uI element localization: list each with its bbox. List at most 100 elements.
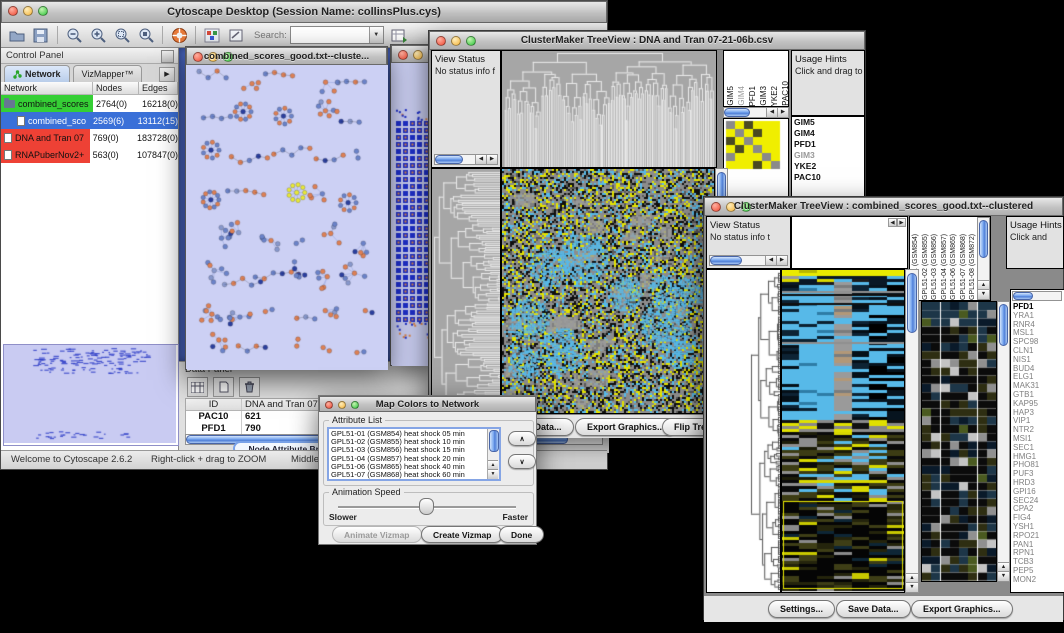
move-up-button[interactable]: ∧ xyxy=(508,431,536,446)
gene-label[interactable]: PFD1 xyxy=(792,139,864,150)
gene-list-panel[interactable]: PFD1YRA1RNR4MSL1SPC98CLN1NIS1BUD4ELG1MAK… xyxy=(1010,289,1064,593)
network-list-row[interactable]: combined_scores2764(0)16218(0) xyxy=(1,95,178,112)
done-button[interactable]: Done xyxy=(499,526,544,543)
scroll-right-icon[interactable]: ▶ xyxy=(486,155,497,164)
network-view-canvas[interactable] xyxy=(187,65,388,370)
scroll-right-icon[interactable]: ▶ xyxy=(776,256,787,265)
animate-vizmap-button[interactable]: Animate Vizmap xyxy=(332,526,422,543)
open-file-button[interactable] xyxy=(5,25,29,46)
gene-label[interactable]: PAC10 xyxy=(792,172,864,183)
zoom-heatmap-panel[interactable] xyxy=(921,301,997,582)
search-dropdown-icon[interactable]: ▼ xyxy=(369,27,383,43)
main-titlebar[interactable]: Cytoscape Desktop (Session Name: collins… xyxy=(1,1,607,23)
treeview-combined-title: ClusterMaker TreeView : combined_scores_… xyxy=(705,201,1062,212)
gene-label[interactable]: GIM3 xyxy=(792,150,864,161)
gene-label[interactable]: MON2 xyxy=(1013,576,1064,585)
column-labels-panel[interactable]: GIM5GIM4PFD1GIM3YKE2PAC10 xyxy=(723,50,789,107)
scrollbar-thumb[interactable] xyxy=(1013,292,1033,300)
row-dendrogram-panel[interactable] xyxy=(706,269,781,593)
column-network[interactable]: Network xyxy=(1,82,93,95)
scroll-down-icon[interactable]: ▼ xyxy=(488,469,498,479)
network-list-row[interactable]: RNAPuberNov2+563(0)107847(0) xyxy=(1,146,178,163)
scrollbar-thumb[interactable] xyxy=(435,155,463,164)
zoom-out-icon[interactable] xyxy=(62,25,86,46)
minimize-icon[interactable] xyxy=(413,50,423,60)
attribute-table-icon[interactable] xyxy=(187,377,208,397)
scroll-left-icon[interactable]: ◀ xyxy=(475,155,486,164)
titlebar[interactable]: Map Colors to Network xyxy=(319,396,536,412)
scroll-left-icon[interactable]: ◀ xyxy=(765,256,776,265)
scroll-down-icon[interactable]: ▼ xyxy=(906,582,918,592)
treeview-button[interactable]: Settings... xyxy=(768,600,835,618)
close-icon[interactable] xyxy=(398,50,408,60)
new-attribute-icon[interactable] xyxy=(213,377,234,397)
column-edges[interactable]: Edges xyxy=(139,82,178,95)
scrollbar-thumb[interactable] xyxy=(710,256,742,265)
status-welcome: Welcome to Cytoscape 2.6.2 xyxy=(11,454,132,465)
scroll-down-icon[interactable]: ▼ xyxy=(998,571,1009,581)
v-scrollbar[interactable]: ▲ ▼ xyxy=(905,269,919,593)
delete-attribute-icon[interactable] xyxy=(239,377,260,397)
doc-icon xyxy=(17,116,25,126)
listbox-scrollbar[interactable]: ▲ ▼ xyxy=(487,429,499,479)
scrollbar-thumb[interactable] xyxy=(489,430,499,452)
scroll-left-icon[interactable]: ◀ xyxy=(766,108,777,117)
h-scrollbar[interactable]: ◀ ▶ xyxy=(434,154,498,165)
float-panel-icon[interactable] xyxy=(161,50,174,63)
attribute-listbox[interactable]: GPL51-01 (GSM854) heat shock 05 minGPL51… xyxy=(327,427,501,481)
treeview-button[interactable]: Export Graphics... xyxy=(911,600,1013,618)
treeview-button[interactable]: Save Data... xyxy=(836,600,911,618)
network-view-window: combined_scores_good.txt--cluste... xyxy=(185,46,388,370)
id-column-header[interactable]: ID xyxy=(186,399,242,410)
birdseye-view[interactable] xyxy=(3,344,179,446)
doc-icon xyxy=(4,150,12,160)
column-label: GPL51-06 (GSM865) xyxy=(950,218,959,300)
zoom-selected-icon[interactable] xyxy=(110,25,134,46)
titlebar[interactable]: ClusterMaker TreeView : combined_scores_… xyxy=(704,197,1063,216)
gene-label[interactable]: GIM4 xyxy=(792,128,864,139)
scrollbar-thumb[interactable] xyxy=(724,108,750,117)
column-dendrogram-panel[interactable] xyxy=(501,50,717,168)
speed-slider-thumb[interactable] xyxy=(419,498,434,515)
search-input[interactable] xyxy=(291,28,369,42)
h-scrollbar[interactable]: ◀ ▶ xyxy=(723,107,789,118)
scrollbar-thumb[interactable] xyxy=(907,273,917,333)
scroll-right-icon[interactable]: ▶ xyxy=(897,218,906,227)
tab-network[interactable]: Network xyxy=(4,65,70,82)
import-table-icon[interactable] xyxy=(388,25,412,46)
scrollbar-thumb[interactable] xyxy=(999,304,1008,346)
gene-label[interactable]: YKE2 xyxy=(792,161,864,172)
vizmapper-icon[interactable] xyxy=(200,25,224,46)
titlebar[interactable]: combined_scores_good.txt--cluste... xyxy=(186,47,387,65)
tab-vizmapper[interactable]: VizMapper™ xyxy=(73,65,143,82)
zoom-heatmap-scrollbar[interactable]: ▲ ▼ xyxy=(997,301,1010,582)
scroll-left-icon[interactable]: ◀ xyxy=(888,218,897,227)
column-labels-scrollbar[interactable]: ▲ ▼ xyxy=(977,217,990,300)
zoom-in-icon[interactable] xyxy=(86,25,110,46)
scroll-right-icon[interactable]: ▶ xyxy=(777,108,788,117)
scroll-down-icon[interactable]: ▼ xyxy=(978,289,989,299)
scrollbar-thumb[interactable] xyxy=(979,220,988,258)
tab-vizmapper-label: VizMapper™ xyxy=(82,69,134,79)
gene-label[interactable]: GIM5 xyxy=(792,117,864,128)
row-dendrogram-panel[interactable] xyxy=(431,168,501,414)
heatmap-panel[interactable] xyxy=(781,269,905,593)
tab-overflow-icon[interactable]: ▶ xyxy=(159,67,175,82)
column-nodes[interactable]: Nodes xyxy=(93,82,139,95)
move-down-button[interactable]: ∨ xyxy=(508,454,536,469)
desktop: Cytoscape Desktop (Session Name: collins… xyxy=(0,0,1064,633)
heatmap-panel[interactable] xyxy=(501,168,715,414)
annotation-icon[interactable] xyxy=(224,25,248,46)
attribute-item[interactable]: GPL51-07 (GSM868) heat shock 60 min xyxy=(331,471,487,479)
h-scrollbar[interactable] xyxy=(1012,291,1062,301)
titlebar[interactable]: ClusterMaker TreeView : DNA and Tran 07-… xyxy=(429,31,865,50)
h-scrollbar[interactable]: ◀ ▶ xyxy=(709,255,788,266)
help-icon[interactable] xyxy=(167,25,191,46)
network-list-row[interactable]: combined_sco2569(6)13112(15) xyxy=(1,112,178,129)
create-vizmap-button[interactable]: Create Vizmap xyxy=(421,526,503,543)
network-list-row[interactable]: DNA and Tran 07769(0)183728(0) xyxy=(1,129,178,146)
control-panel: Control Panel Network VizMapper™ ▶ Netwo… xyxy=(1,48,179,453)
save-button[interactable] xyxy=(29,25,53,46)
zoom-fit-icon[interactable] xyxy=(134,25,158,46)
column-dendrogram-panel[interactable]: ◀ ▶ xyxy=(791,216,908,269)
